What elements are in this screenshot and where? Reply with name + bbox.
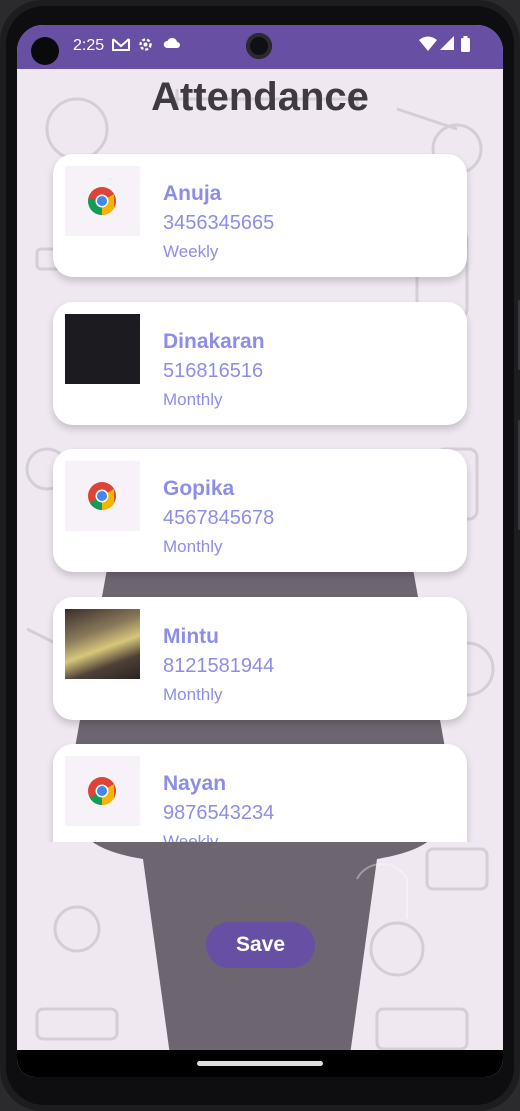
member-card[interactable]: Nayan 9876543234 Weekly	[53, 744, 467, 842]
member-list[interactable]: Anuja 3456345665 Weekly Dinakaran 516816…	[17, 153, 503, 842]
member-phone: 4567845678	[163, 507, 275, 529]
member-photo	[65, 609, 140, 679]
member-phone: 3456345665	[163, 212, 275, 234]
member-card[interactable]: Gopika 4567845678 Monthly	[53, 449, 467, 572]
member-name: Gopika	[163, 477, 235, 500]
member-name: Mintu	[163, 625, 219, 648]
member-card[interactable]: Anuja 3456345665 Weekly	[53, 154, 467, 277]
signal-icon	[440, 36, 454, 55]
navigation-bar	[17, 1050, 503, 1077]
member-plan: Weekly	[163, 242, 219, 261]
cloud-icon	[163, 36, 181, 55]
chrome-icon	[88, 187, 116, 215]
member-thumbnail	[65, 166, 140, 236]
phone-screen: 2:25 Attendance Anuja 3456345665 Weekly …	[17, 25, 503, 1077]
settings-icon	[137, 36, 154, 58]
member-plan: Monthly	[163, 537, 223, 556]
member-phone: 9876543234	[163, 802, 275, 824]
chrome-icon	[88, 777, 116, 805]
member-card[interactable]: Mintu 8121581944 Monthly	[53, 597, 467, 720]
front-camera	[246, 33, 272, 59]
member-plan: Monthly	[163, 685, 223, 704]
status-time: 2:25	[73, 37, 105, 54]
member-phone: 8121581944	[163, 655, 275, 677]
save-button[interactable]: Save	[206, 922, 315, 968]
member-name: Nayan	[163, 772, 227, 795]
wifi-icon	[419, 36, 437, 57]
member-phone: 516816516	[163, 360, 264, 382]
battery-icon	[461, 36, 470, 57]
member-card[interactable]: Dinakaran 516816516 Monthly	[53, 302, 467, 425]
member-plan: Monthly	[163, 390, 223, 409]
status-bar: 2:25	[17, 25, 503, 69]
member-thumbnail	[65, 314, 140, 384]
gmail-icon	[112, 36, 130, 57]
member-plan: Weekly	[163, 832, 219, 842]
member-thumbnail	[65, 461, 140, 531]
page-title: Attendance	[151, 75, 369, 119]
camera-cutout	[31, 37, 59, 65]
member-name: Dinakaran	[163, 330, 265, 353]
chrome-icon	[88, 482, 116, 510]
member-name: Anuja	[163, 182, 222, 205]
member-thumbnail	[65, 756, 140, 826]
home-gesture-handle[interactable]	[197, 1061, 323, 1066]
